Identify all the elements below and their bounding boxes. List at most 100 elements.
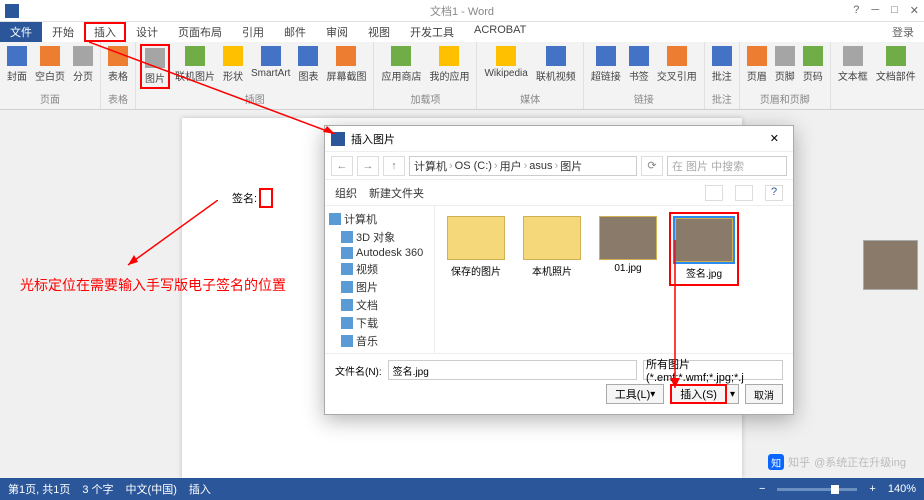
封面-icon (7, 46, 27, 66)
dialog-titlebar: 插入图片 ✕ (325, 126, 793, 152)
ribbon-封面[interactable]: 封面 (4, 44, 30, 85)
tab-开始[interactable]: 开始 (42, 22, 84, 42)
insert-split-icon[interactable]: ▾ (727, 384, 739, 404)
filetype-select[interactable]: 所有图片(*.emf;*.wmf;*.jpg;*.j (643, 360, 783, 380)
zoom-in-icon[interactable]: + (869, 483, 875, 495)
tab-开发工具[interactable]: 开发工具 (400, 22, 464, 42)
dialog-close-icon[interactable]: ✕ (762, 130, 787, 147)
页码-icon (803, 46, 823, 66)
ribbon-联机视频[interactable]: 联机视频 (533, 44, 579, 85)
tab-邮件[interactable]: 邮件 (274, 22, 316, 42)
ribbon-超链接[interactable]: 超链接 (588, 44, 624, 85)
breadcrumb-用户[interactable]: 用户 (500, 158, 522, 174)
view-mode-icon[interactable] (705, 185, 723, 201)
cursor-highlight (259, 188, 273, 208)
ribbon-书签[interactable]: 书签 (626, 44, 652, 85)
交叉引用-icon (667, 46, 687, 66)
status-mode[interactable]: 插入 (189, 481, 211, 497)
ribbon-页码[interactable]: 页码 (800, 44, 826, 85)
联机视频-icon (546, 46, 566, 66)
ribbon-形状[interactable]: 形状 (220, 44, 246, 85)
tab-审阅[interactable]: 审阅 (316, 22, 358, 42)
ribbon-分页[interactable]: 分页 (70, 44, 96, 85)
ribbon-联机图片[interactable]: 联机图片 (172, 44, 218, 85)
filename-input[interactable] (388, 360, 637, 380)
new-folder-button[interactable]: 新建文件夹 (369, 185, 424, 201)
organize-menu[interactable]: 组织 (335, 185, 357, 201)
ribbon-页脚[interactable]: 页脚 (772, 44, 798, 85)
status-lang[interactable]: 中文(中国) (126, 481, 177, 497)
file-签名.jpg[interactable]: 签名.jpg (669, 212, 739, 286)
联机图片-icon (185, 46, 205, 66)
表格-icon (108, 46, 128, 66)
ribbon-文档部件[interactable]: 文档部件 (873, 44, 919, 85)
breadcrumb-计算机[interactable]: 计算机 (414, 158, 447, 174)
tab-引用[interactable]: 引用 (232, 22, 274, 42)
minimize-icon[interactable]: ─ (871, 4, 879, 17)
ribbon-页眉[interactable]: 页眉 (744, 44, 770, 85)
status-words[interactable]: 3 个字 (82, 481, 113, 497)
tree-图片[interactable]: 图片 (327, 278, 432, 296)
signature-label: 签名: (232, 193, 257, 205)
file-保存的图片[interactable]: 保存的图片 (441, 212, 511, 286)
页脚-icon (775, 46, 795, 66)
tree-音乐[interactable]: 音乐 (327, 332, 432, 350)
file-本机照片[interactable]: 本机照片 (517, 212, 587, 286)
ribbon-应用商店[interactable]: 应用商店 (378, 44, 424, 85)
ribbon-空白页[interactable]: 空白页 (32, 44, 68, 85)
ribbon-group-链接: 超链接书签交叉引用链接 (584, 42, 705, 109)
file-01.jpg[interactable]: 01.jpg (593, 212, 663, 286)
ribbon-group-媒体: Wikipedia联机视频媒体 (477, 42, 583, 109)
maximize-icon[interactable]: □ (891, 4, 898, 17)
tab-ACROBAT[interactable]: ACROBAT (464, 22, 536, 42)
help-dialog-icon[interactable]: ? (765, 185, 783, 201)
breadcrumb-OS (C:)[interactable]: OS (C:) (455, 160, 492, 172)
tree-文档[interactable]: 文档 (327, 296, 432, 314)
zoom-slider[interactable] (777, 488, 857, 491)
breadcrumb[interactable]: 计算机›OS (C:)›用户›asus›图片 (409, 156, 637, 176)
ribbon-交叉引用[interactable]: 交叉引用 (654, 44, 700, 85)
我的应用-icon (439, 46, 459, 66)
status-page[interactable]: 第1页, 共1页 (8, 481, 70, 497)
ribbon-SmartArt[interactable]: SmartArt (248, 44, 293, 81)
tab-file[interactable]: 文件 (0, 22, 42, 42)
ribbon-文本框[interactable]: 文本框 (835, 44, 871, 85)
tab-设计[interactable]: 设计 (126, 22, 168, 42)
tree-视频[interactable]: 视频 (327, 260, 432, 278)
ribbon-group-文本: 文本框文档部件艺术字首字下沉签名行日期和时间对象文本 (831, 42, 924, 109)
nav-back-icon[interactable]: ← (331, 156, 353, 176)
folder-icon (341, 247, 353, 259)
ribbon-批注[interactable]: 批注 (709, 44, 735, 85)
批注-icon (712, 46, 732, 66)
nav-refresh-icon[interactable]: ⟳ (641, 156, 663, 176)
tree-Autodesk 360[interactable]: Autodesk 360 (327, 246, 432, 260)
zoom-out-icon[interactable]: − (759, 483, 765, 495)
ribbon-图片[interactable]: 图片 (140, 44, 170, 89)
ribbon-我的应用[interactable]: 我的应用 (426, 44, 472, 85)
tab-页面布局[interactable]: 页面布局 (168, 22, 232, 42)
ribbon-屏幕截图[interactable]: 屏幕截图 (323, 44, 369, 85)
breadcrumb-asus[interactable]: asus (529, 160, 552, 172)
insert-button[interactable]: 插入(S) (670, 384, 727, 404)
tree-计算机[interactable]: 计算机 (327, 210, 432, 228)
ribbon-group-表格: 表格表格 (101, 42, 136, 109)
ribbon-表格[interactable]: 表格 (105, 44, 131, 85)
tools-button[interactable]: 工具(L) ▾ (606, 384, 664, 404)
search-input[interactable]: 在 图片 中搜索 (667, 156, 787, 176)
nav-up-icon[interactable]: ↑ (383, 156, 405, 176)
breadcrumb-图片[interactable]: 图片 (560, 158, 582, 174)
ribbon-Wikipedia[interactable]: Wikipedia (481, 44, 530, 81)
close-icon[interactable]: ✕ (910, 4, 919, 17)
ribbon-图表[interactable]: 图表 (295, 44, 321, 85)
tab-视图[interactable]: 视图 (358, 22, 400, 42)
tree-3D 对象[interactable]: 3D 对象 (327, 228, 432, 246)
help-icon[interactable]: ? (853, 4, 859, 17)
cancel-button[interactable]: 取消 (745, 384, 783, 404)
tab-插入[interactable]: 插入 (84, 22, 126, 42)
zoom-level[interactable]: 140% (888, 483, 916, 495)
login-link[interactable]: 登录 (892, 24, 914, 40)
SmartArt-icon (261, 46, 281, 66)
preview-pane-icon[interactable] (735, 185, 753, 201)
nav-forward-icon[interactable]: → (357, 156, 379, 176)
tree-下载[interactable]: 下载 (327, 314, 432, 332)
